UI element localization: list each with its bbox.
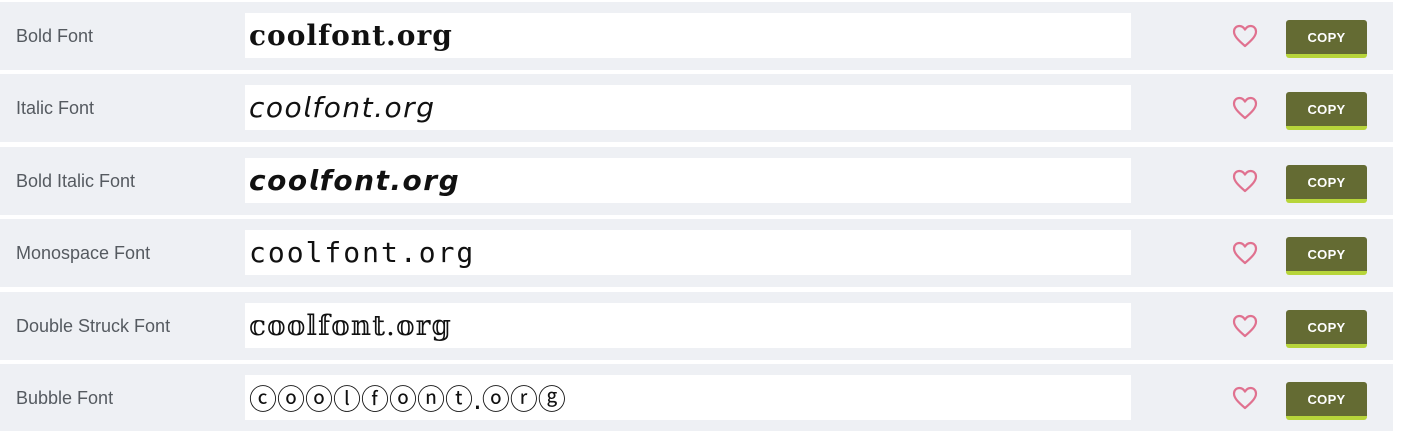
font-output-text[interactable]: 𝚌𝚘𝚘𝚕𝚏𝚘𝚗𝚝.𝚘𝚛𝚐 bbox=[249, 236, 475, 269]
font-style-row: Bold Font 𝐜𝐨𝐨𝐥𝐟𝐨𝐧𝐭.𝐨𝐫𝐠 COPY bbox=[0, 2, 1393, 70]
font-output-text[interactable]: 𝙘𝙤𝙤𝙡𝙛𝙤𝙣𝙩.𝙤𝙧𝙜 bbox=[249, 164, 460, 197]
font-style-label: Double Struck Font bbox=[16, 315, 171, 336]
font-style-list: Bold Font 𝐜𝐨𝐨𝐥𝐟𝐨𝐧𝐭.𝐨𝐫𝐠 COPY Italic Font 𝘤𝘰𝘰𝘭… bbox=[0, 0, 1404, 431]
font-style-label: Bubble Font bbox=[16, 387, 114, 408]
font-output-field[interactable]: 𝕔𝕠𝕠𝕝𝕗𝕠𝕟𝕥.𝕠𝕣𝕘 bbox=[245, 303, 1131, 348]
copy-button[interactable]: COPY bbox=[1286, 92, 1367, 130]
font-style-label: Bold Font bbox=[16, 25, 94, 46]
font-output-text[interactable]: 𝐜𝐨𝐨𝐥𝐟𝐨𝐧𝐭.𝐨𝐫𝐠 bbox=[249, 19, 453, 52]
favorite-button[interactable] bbox=[1231, 313, 1259, 339]
heart-outline-icon bbox=[1232, 386, 1258, 410]
copy-button[interactable]: COPY bbox=[1286, 20, 1367, 58]
font-output-text[interactable]: 𝕔𝕠𝕠𝕝𝕗𝕠𝕟𝕥.𝕠𝕣𝕘 bbox=[249, 309, 452, 342]
font-style-label: Monospace Font bbox=[16, 242, 151, 263]
font-output-field[interactable]: 𝐜𝐨𝐨𝐥𝐟𝐨𝐧𝐭.𝐨𝐫𝐠 bbox=[245, 13, 1131, 58]
favorite-button[interactable] bbox=[1231, 168, 1259, 194]
font-style-label: Bold Italic Font bbox=[16, 170, 136, 191]
font-output-field[interactable]: 𝙘𝙤𝙤𝙡𝙛𝙤𝙣𝙩.𝙤𝙧𝙜 bbox=[245, 158, 1131, 203]
font-style-row: Monospace Font 𝚌𝚘𝚘𝚕𝚏𝚘𝚗𝚝.𝚘𝚛𝚐 COPY bbox=[0, 219, 1393, 287]
font-style-row: Double Struck Font 𝕔𝕠𝕠𝕝𝕗𝕠𝕟𝕥.𝕠𝕣𝕘 COPY bbox=[0, 292, 1393, 360]
font-output-field[interactable]: 𝘤𝘰𝘰𝘭𝘧𝘰𝘯𝘵.𝘰𝘳𝘨 bbox=[245, 85, 1131, 130]
copy-button[interactable]: COPY bbox=[1286, 237, 1367, 275]
favorite-button[interactable] bbox=[1231, 95, 1259, 121]
favorite-button[interactable] bbox=[1231, 385, 1259, 411]
copy-button[interactable]: COPY bbox=[1286, 382, 1367, 420]
font-output-field[interactable]: ⓒⓞⓞⓛⓕⓞⓝⓣ.ⓞⓡⓖ bbox=[245, 375, 1131, 420]
font-style-row: Bubble Font ⓒⓞⓞⓛⓕⓞⓝⓣ.ⓞⓡⓖ COPY bbox=[0, 364, 1393, 431]
font-output-field[interactable]: 𝚌𝚘𝚘𝚕𝚏𝚘𝚗𝚝.𝚘𝚛𝚐 bbox=[245, 230, 1131, 275]
favorite-button[interactable] bbox=[1231, 23, 1259, 49]
font-output-text[interactable]: ⓒⓞⓞⓛⓕⓞⓝⓣ.ⓞⓡⓖ bbox=[249, 378, 566, 418]
font-output-text[interactable]: 𝘤𝘰𝘰𝘭𝘧𝘰𝘯𝘵.𝘰𝘳𝘨 bbox=[249, 91, 435, 124]
heart-outline-icon bbox=[1232, 241, 1258, 265]
font-style-row: Italic Font 𝘤𝘰𝘰𝘭𝘧𝘰𝘯𝘵.𝘰𝘳𝘨 COPY bbox=[0, 74, 1393, 142]
font-style-label: Italic Font bbox=[16, 97, 95, 118]
heart-outline-icon bbox=[1232, 169, 1258, 193]
copy-button[interactable]: COPY bbox=[1286, 165, 1367, 203]
copy-button[interactable]: COPY bbox=[1286, 310, 1367, 348]
heart-outline-icon bbox=[1232, 314, 1258, 338]
favorite-button[interactable] bbox=[1231, 240, 1259, 266]
heart-outline-icon bbox=[1232, 24, 1258, 48]
font-style-row: Bold Italic Font 𝙘𝙤𝙤𝙡𝙛𝙤𝙣𝙩.𝙤𝙧𝙜 COPY bbox=[0, 147, 1393, 215]
heart-outline-icon bbox=[1232, 96, 1258, 120]
